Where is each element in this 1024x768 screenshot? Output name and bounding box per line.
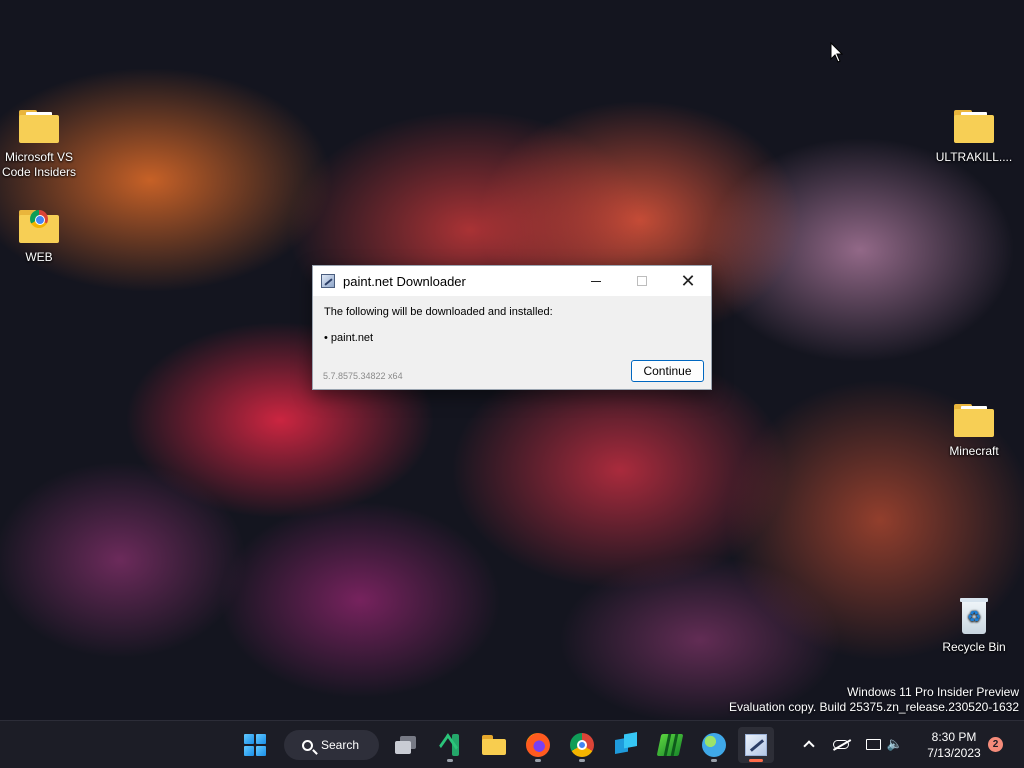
- minimize-button[interactable]: [573, 266, 619, 296]
- azure-data-studio-icon: [615, 732, 637, 758]
- desktop-icon-label: ULTRAKILL....: [935, 150, 1013, 164]
- running-indicator: [535, 759, 541, 762]
- download-item: • paint.net: [324, 332, 374, 344]
- taskbar-task-view[interactable]: [388, 727, 424, 763]
- running-indicator: [447, 759, 453, 762]
- recycle-bin-icon: ♻: [952, 598, 996, 636]
- windows-logo-icon: [244, 734, 266, 756]
- cloud-offline-icon: [833, 739, 849, 749]
- evaluation-watermark: Windows 11 Pro Insider Preview Evaluatio…: [729, 685, 1019, 715]
- taskbar-globe-app[interactable]: [696, 727, 732, 763]
- folder-icon: [952, 402, 996, 440]
- taskbar-chrome[interactable]: [564, 727, 600, 763]
- taskbar-vscode[interactable]: [432, 727, 468, 763]
- desktop: Microsoft VS Code Insiders WEB ULTRAKILL…: [0, 0, 1024, 720]
- taskbar-minecraft-launcher[interactable]: [652, 727, 688, 763]
- search-label: Search: [321, 738, 360, 752]
- taskbar: Search 🔈 8:30 PM 7/13/2023 2: [0, 720, 1024, 768]
- taskbar-file-explorer[interactable]: [476, 727, 512, 763]
- file-explorer-icon: [482, 735, 506, 755]
- close-button[interactable]: ✕: [665, 266, 711, 296]
- active-indicator: [749, 759, 763, 762]
- desktop-icon-label: Minecraft: [949, 444, 999, 458]
- firefox-icon: [526, 733, 550, 757]
- watermark-line-1: Windows 11 Pro Insider Preview: [847, 685, 1019, 699]
- onedrive-tray[interactable]: [830, 733, 852, 755]
- search-icon: [302, 739, 313, 751]
- chevron-up-icon: [803, 740, 815, 752]
- dialog-title: paint.net Downloader: [343, 274, 466, 289]
- running-indicator: [579, 759, 585, 762]
- desktop-icon-vscode-insiders[interactable]: Microsoft VS Code Insiders: [0, 108, 79, 180]
- maximize-icon: [637, 276, 647, 286]
- mouse-cursor-icon: [830, 42, 844, 63]
- desktop-icon-label: Microsoft VS Code Insiders: [1, 150, 77, 179]
- close-icon: ✕: [680, 270, 696, 291]
- speaker-icon: 🔈: [886, 736, 904, 751]
- desktop-icon-web[interactable]: WEB: [0, 208, 79, 265]
- minimize-icon: [591, 280, 601, 282]
- desktop-icon-recycle-bin[interactable]: ♻ Recycle Bin: [934, 598, 1014, 655]
- volume-tray[interactable]: 🔈: [884, 733, 906, 755]
- network-icon: [865, 738, 881, 750]
- notification-badge[interactable]: 2: [988, 737, 1003, 752]
- start-button[interactable]: [237, 727, 273, 763]
- taskbar-search-button[interactable]: Search: [284, 730, 379, 760]
- version-label: 5.7.8575.34822 x64: [323, 371, 403, 381]
- paint-net-icon: [321, 274, 335, 288]
- taskbar-firefox[interactable]: [520, 727, 556, 763]
- paint-net-downloader-dialog: paint.net Downloader ✕ The following wil…: [312, 265, 712, 390]
- continue-button[interactable]: Continue: [631, 360, 704, 382]
- folder-icon: [952, 108, 996, 146]
- maximize-button: [619, 266, 665, 296]
- network-tray[interactable]: [862, 733, 884, 755]
- folder-icon: [17, 108, 61, 146]
- dialog-titlebar[interactable]: paint.net Downloader ✕: [313, 266, 711, 296]
- desktop-icon-ultrakill[interactable]: ULTRAKILL....: [934, 108, 1014, 165]
- taskbar-paint-net[interactable]: [738, 727, 774, 763]
- clock-date: 7/13/2023: [927, 746, 981, 760]
- watermark-line-2: Evaluation copy. Build 25375.zn_release.…: [729, 700, 1019, 714]
- desktop-icon-label: WEB: [25, 250, 53, 264]
- desktop-icon-label: Recycle Bin: [942, 640, 1006, 654]
- chrome-folder-icon: [17, 208, 61, 246]
- desktop-icon-minecraft[interactable]: Minecraft: [934, 402, 1014, 459]
- globe-icon: [702, 733, 726, 757]
- running-indicator: [711, 759, 717, 762]
- dialog-message: The following will be downloaded and ins…: [324, 306, 553, 318]
- task-view-icon: [395, 736, 417, 754]
- taskbar-azure-data-studio[interactable]: [608, 727, 644, 763]
- chrome-icon: [570, 733, 594, 757]
- clock[interactable]: 8:30 PM 7/13/2023: [918, 729, 990, 761]
- clock-time: 8:30 PM: [931, 730, 977, 744]
- vscode-icon: [438, 733, 462, 757]
- minecraft-launcher-icon: [656, 734, 684, 756]
- show-hidden-icons-button[interactable]: [798, 733, 820, 755]
- paint-net-icon: [745, 734, 767, 756]
